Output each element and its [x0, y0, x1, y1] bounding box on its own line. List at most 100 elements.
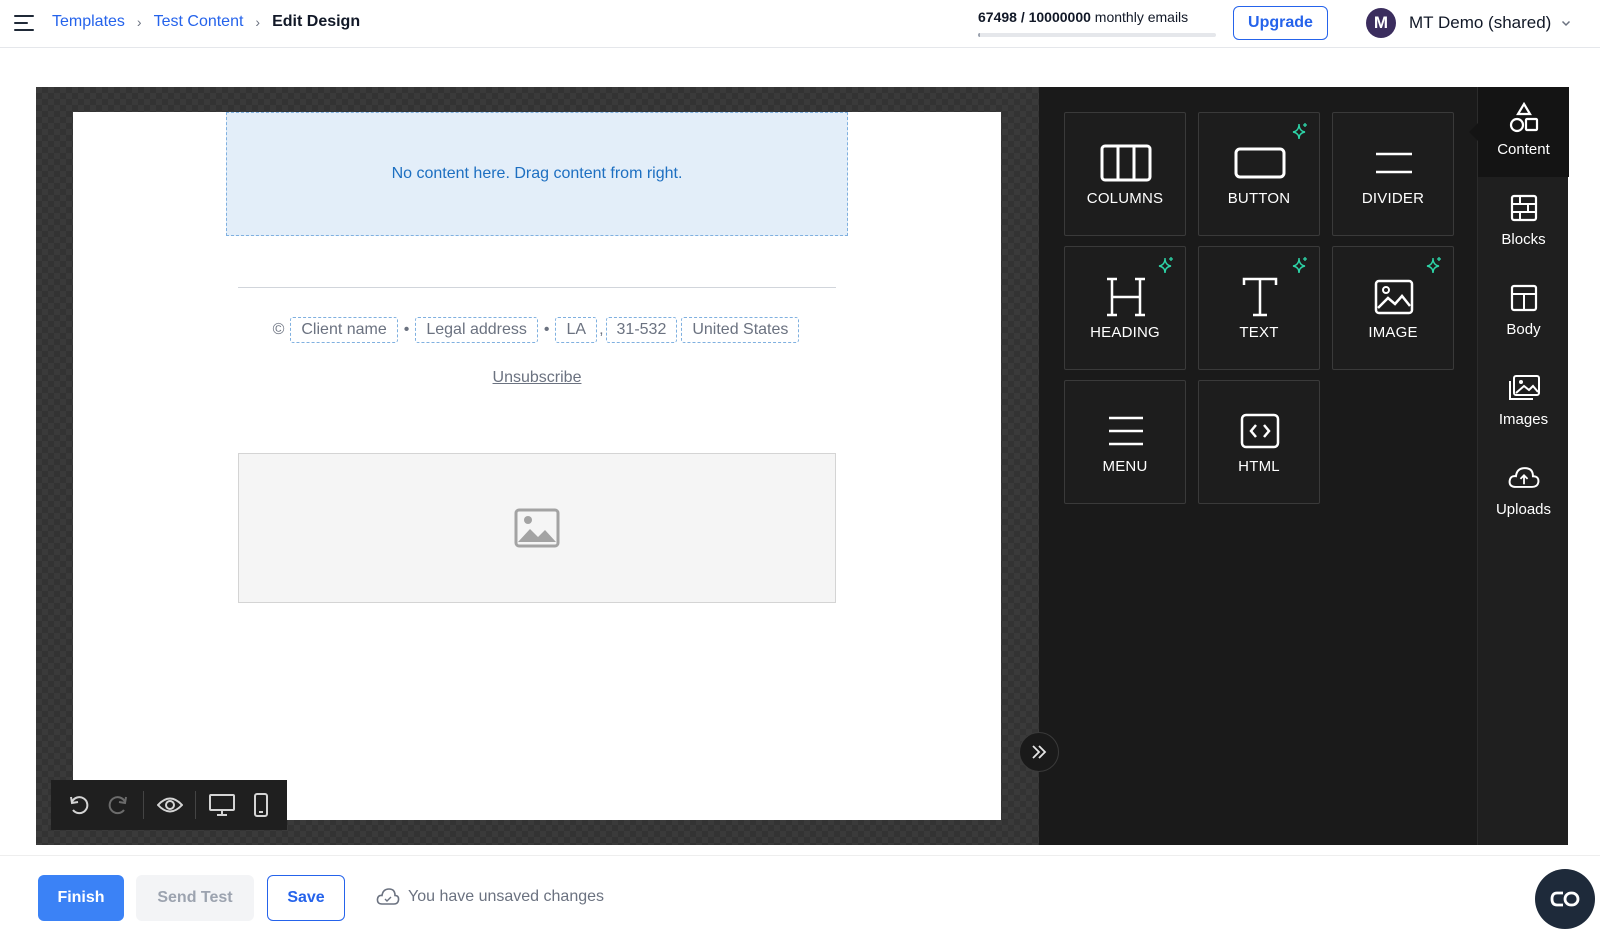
chevron-down-icon — [1562, 20, 1571, 27]
tile-label: DIVIDER — [1361, 190, 1425, 207]
ai-sparkle-icon — [1292, 257, 1307, 274]
unsaved-status: You have unsaved changes — [376, 887, 604, 907]
canvas-toolbar — [51, 780, 287, 830]
top-bar: Templates › Test Content › Edit Design 6… — [0, 0, 1600, 48]
redo-icon[interactable] — [104, 791, 132, 819]
image-placeholder[interactable] — [238, 453, 836, 603]
undo-icon[interactable] — [65, 791, 93, 819]
email-usage-text: 67498 / 10000000 monthly emails — [978, 9, 1188, 25]
shapes-icon — [1507, 101, 1541, 135]
empty-drop-zone[interactable]: No content here. Drag content from right… — [226, 112, 848, 236]
merge-tag-client-name[interactable]: Client name — [290, 317, 398, 343]
button-icon — [1234, 141, 1286, 185]
text-icon — [1234, 275, 1286, 319]
divider-icon — [1368, 141, 1420, 185]
tab-label: Body — [1506, 321, 1541, 338]
account-switcher[interactable]: M MT Demo (shared) — [1366, 8, 1571, 38]
tab-body[interactable]: Body — [1478, 267, 1569, 357]
tab-images[interactable]: Images — [1478, 357, 1569, 447]
tile-text[interactable]: TEXT — [1198, 246, 1320, 370]
tile-label: HTML — [1238, 458, 1280, 475]
image-placeholder-icon — [514, 508, 560, 548]
columns-icon — [1100, 141, 1152, 185]
usage-progress-fill — [978, 33, 980, 37]
unsaved-text: You have unsaved changes — [408, 888, 605, 905]
image-icon — [1368, 275, 1420, 319]
double-chevron-right-icon — [1032, 745, 1047, 759]
mobile-view-icon[interactable] — [247, 791, 275, 819]
breadcrumb: Templates › Test Content › Edit Design — [52, 13, 360, 31]
merge-tag-legal-address[interactable]: Legal address — [415, 317, 538, 343]
blocks-icon — [1507, 191, 1541, 225]
menu-icon — [1100, 409, 1152, 453]
tile-divider[interactable]: DIVIDER — [1332, 112, 1454, 236]
tab-label: Content — [1497, 141, 1550, 158]
merge-tag-state[interactable]: LA — [555, 317, 598, 343]
ai-sparkle-icon — [1158, 257, 1173, 274]
tile-label: IMAGE — [1368, 324, 1418, 341]
usage-limit: 10000000 — [1028, 9, 1091, 25]
cloud-upload-icon — [1507, 461, 1541, 495]
toolbar-separator — [143, 791, 144, 819]
collapse-panel-button[interactable] — [1019, 732, 1059, 772]
ai-sparkle-icon — [1292, 123, 1307, 140]
tile-image[interactable]: IMAGE — [1332, 246, 1454, 370]
copyright-symbol: © — [272, 321, 285, 338]
ai-sparkle-icon — [1426, 257, 1441, 274]
save-button[interactable]: Save — [267, 875, 345, 921]
tile-heading[interactable]: HEADING — [1064, 246, 1186, 370]
footer-dot: • — [543, 321, 550, 338]
upgrade-button[interactable]: Upgrade — [1233, 6, 1328, 40]
active-tab-indicator — [1469, 123, 1478, 141]
tile-button[interactable]: BUTTON — [1198, 112, 1320, 236]
usage-suffix: monthly emails — [1090, 9, 1189, 25]
avatar: M — [1366, 8, 1396, 38]
body-layout-icon — [1507, 281, 1541, 315]
html-icon — [1234, 409, 1286, 453]
email-editor: No content here. Drag content from right… — [36, 87, 1569, 845]
tab-label: Blocks — [1501, 231, 1546, 248]
footer-address: © Client name • Legal address • LA , 31-… — [73, 317, 1001, 343]
email-body[interactable]: No content here. Drag content from right… — [73, 112, 1001, 820]
heading-icon — [1100, 275, 1152, 319]
chat-support-button[interactable] — [1535, 869, 1595, 929]
chat-logo-icon — [1550, 891, 1580, 907]
tile-label: HEADING — [1090, 324, 1160, 341]
images-icon — [1507, 371, 1541, 405]
usage-separator: / — [1016, 9, 1029, 25]
bottom-action-bar: Finish Send Test Save You have unsaved c… — [0, 855, 1600, 935]
breadcrumb-templates[interactable]: Templates — [52, 13, 125, 31]
finish-button[interactable]: Finish — [38, 875, 124, 921]
tab-content[interactable]: Content — [1469, 87, 1569, 177]
usage-progress-bar — [978, 33, 1216, 37]
breadcrumb-test-content[interactable]: Test Content — [154, 13, 244, 31]
tile-label: BUTTON — [1227, 190, 1291, 207]
breadcrumb-separator: › — [255, 14, 261, 30]
tile-label: MENU — [1102, 458, 1148, 475]
hamburger-menu-icon[interactable] — [14, 14, 36, 32]
tile-html[interactable]: HTML — [1198, 380, 1320, 504]
tile-label: COLUMNS — [1086, 190, 1164, 207]
tab-label: Images — [1498, 411, 1549, 428]
send-test-button[interactable]: Send Test — [136, 875, 254, 921]
tile-menu[interactable]: MENU — [1064, 380, 1186, 504]
cloud-unsaved-icon — [376, 888, 400, 905]
account-name: MT Demo (shared) — [1409, 13, 1552, 32]
tab-uploads[interactable]: Uploads — [1478, 447, 1569, 537]
design-canvas: No content here. Drag content from right… — [36, 87, 1039, 845]
tile-label: TEXT — [1239, 324, 1279, 341]
unsubscribe-link[interactable]: Unsubscribe — [73, 369, 1001, 387]
tab-blocks[interactable]: Blocks — [1478, 177, 1569, 267]
merge-tag-zip[interactable]: 31-532 — [605, 317, 678, 343]
preview-eye-icon[interactable] — [156, 791, 184, 819]
usage-used: 67498 — [978, 9, 1017, 25]
footer-comma: , — [599, 321, 604, 338]
footer-divider — [238, 287, 836, 288]
tile-columns[interactable]: COLUMNS — [1064, 112, 1186, 236]
breadcrumb-separator: › — [136, 14, 142, 30]
merge-tag-country[interactable]: United States — [681, 317, 800, 343]
side-tab-bar: Content Blocks Body Images Uploads — [1469, 87, 1569, 845]
desktop-view-icon[interactable] — [208, 791, 236, 819]
tab-label: Uploads — [1495, 501, 1552, 518]
page-title: Edit Design — [272, 13, 361, 30]
